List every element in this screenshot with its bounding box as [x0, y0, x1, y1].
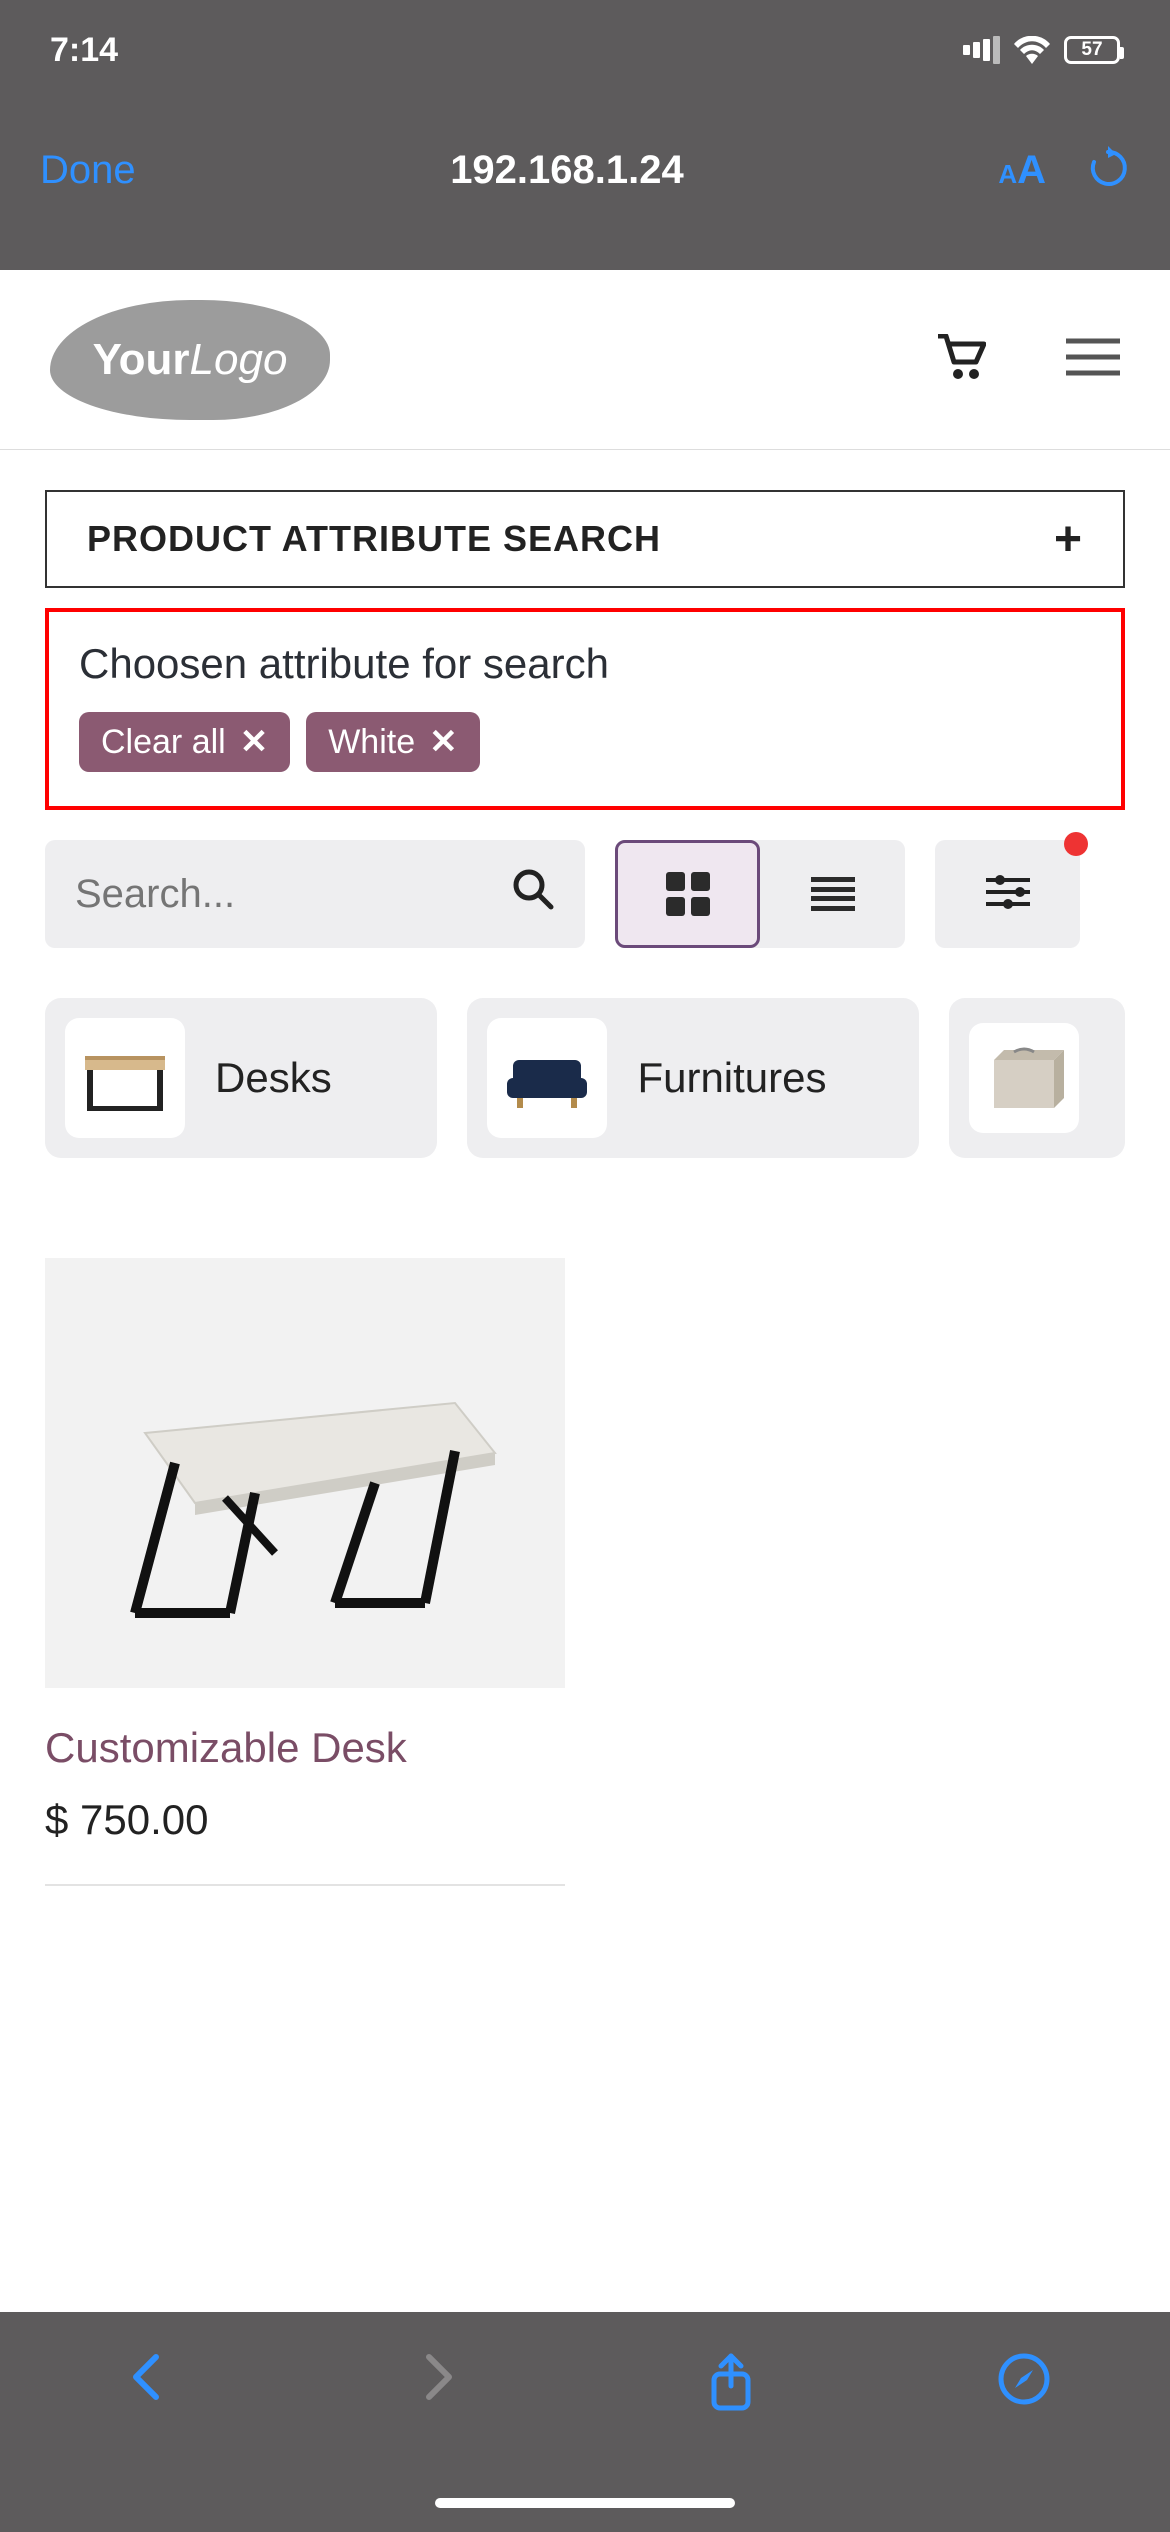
- category-thumb: [487, 1018, 607, 1138]
- attribute-chip-white[interactable]: White ✕: [306, 712, 479, 772]
- category-label: Furnitures: [637, 1054, 826, 1102]
- chip-label: White: [328, 723, 415, 762]
- wifi-icon: [1014, 36, 1050, 64]
- close-icon: ✕: [240, 722, 269, 762]
- filter-active-indicator-icon: [1064, 832, 1088, 856]
- chosen-attributes-panel: Choosen attribute for search Clear all ✕…: [45, 608, 1125, 810]
- ios-status-bar: 7:14 57: [0, 0, 1170, 100]
- site-header: YourLogo: [0, 270, 1170, 450]
- browser-bottom-bar: [0, 2312, 1170, 2532]
- browser-top-bar: Done 192.168.1.24 AA: [0, 100, 1170, 270]
- grid-view-button[interactable]: [615, 840, 760, 948]
- battery-icon: 57: [1064, 36, 1120, 64]
- status-right-cluster: 57: [960, 36, 1120, 64]
- chosen-chips: Clear all ✕ White ✕: [79, 712, 1091, 772]
- search-icon[interactable]: [511, 867, 555, 921]
- divider: [45, 1884, 565, 1886]
- logo-text-your: Your: [93, 335, 190, 384]
- product-price: $ 750.00: [45, 1796, 565, 1844]
- product-image: [45, 1258, 565, 1688]
- category-row: Desks Furnitures: [45, 998, 1125, 1158]
- list-icon: [811, 877, 855, 911]
- header-icons: [936, 334, 1120, 385]
- safari-button[interactable]: [984, 2352, 1064, 2406]
- search-and-view-row: [45, 840, 1125, 948]
- search-box[interactable]: [45, 840, 585, 948]
- reload-button[interactable]: [1086, 146, 1130, 195]
- url-display[interactable]: 192.168.1.24: [450, 148, 684, 193]
- grid-icon: [666, 872, 710, 916]
- category-desks[interactable]: Desks: [45, 998, 437, 1158]
- product-card[interactable]: Customizable Desk $ 750.00: [45, 1258, 565, 1886]
- done-button[interactable]: Done: [40, 148, 136, 193]
- chosen-attributes-title: Choosen attribute for search: [79, 640, 1091, 688]
- forward-button: [399, 2352, 479, 2402]
- battery-level: 57: [1064, 36, 1120, 64]
- status-time: 7:14: [50, 31, 118, 70]
- clear-all-chip[interactable]: Clear all ✕: [79, 712, 290, 772]
- home-indicator[interactable]: [435, 2498, 735, 2508]
- category-furnitures[interactable]: Furnitures: [467, 998, 918, 1158]
- attribute-search-toggle[interactable]: PRODUCT ATTRIBUTE SEARCH +: [45, 490, 1125, 588]
- back-button[interactable]: [106, 2352, 186, 2402]
- attribute-search-label: PRODUCT ATTRIBUTE SEARCH: [87, 518, 661, 560]
- share-button[interactable]: [691, 2352, 771, 2412]
- filter-button[interactable]: [935, 840, 1080, 948]
- category-thumb: [969, 1023, 1079, 1133]
- category-thumb: [65, 1018, 185, 1138]
- view-mode-group: [615, 840, 905, 948]
- site-logo[interactable]: YourLogo: [50, 300, 330, 420]
- category-label: Desks: [215, 1054, 332, 1102]
- plus-icon: +: [1054, 512, 1083, 567]
- category-partial[interactable]: [949, 998, 1125, 1158]
- text-size-button[interactable]: AA: [998, 148, 1046, 193]
- list-view-button[interactable]: [760, 840, 905, 948]
- browser-right-controls: AA: [998, 146, 1130, 195]
- product-title[interactable]: Customizable Desk: [45, 1724, 565, 1772]
- sliders-icon: [986, 872, 1030, 917]
- search-input[interactable]: [75, 872, 455, 917]
- cart-icon[interactable]: [936, 334, 986, 385]
- page-content: PRODUCT ATTRIBUTE SEARCH + Choosen attri…: [0, 450, 1170, 1886]
- logo-text-logo: Logo: [190, 335, 288, 384]
- close-icon: ✕: [429, 722, 458, 762]
- cellular-signal-icon: [960, 36, 1000, 64]
- chip-label: Clear all: [101, 723, 226, 762]
- hamburger-menu-icon[interactable]: [1066, 337, 1120, 382]
